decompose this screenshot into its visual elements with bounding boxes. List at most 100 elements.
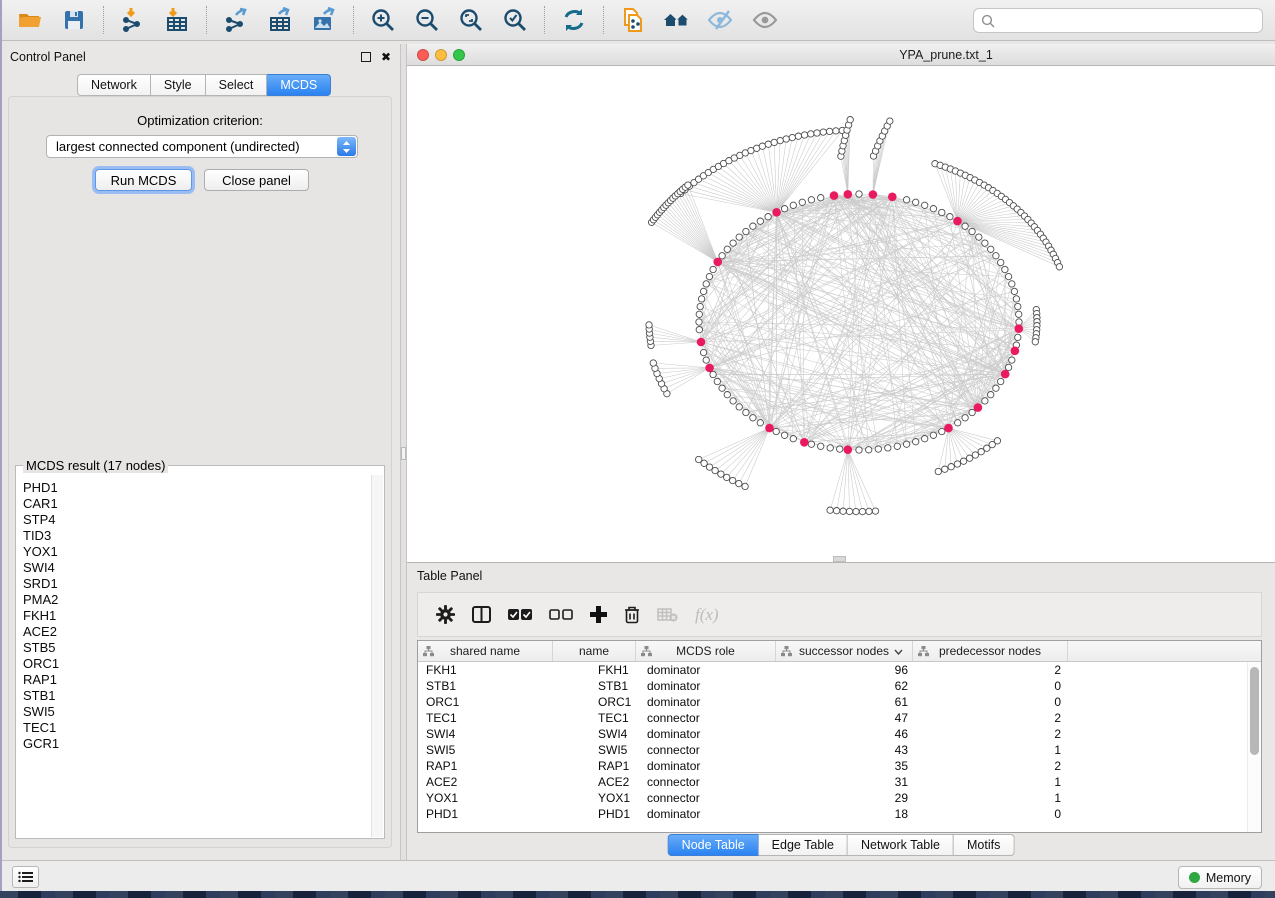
cell-mcds-role[interactable]: connector (636, 791, 776, 805)
zoom-fit-button[interactable] (454, 4, 488, 36)
refresh-layout-button[interactable] (557, 4, 591, 36)
zoom-out-button[interactable] (410, 4, 444, 36)
cell-successor-nodes[interactable]: 46 (776, 727, 913, 741)
close-window-button[interactable]: ✖ (379, 50, 393, 64)
mcds-result-item[interactable]: TID3 (23, 528, 371, 544)
memory-button[interactable]: Memory (1178, 866, 1262, 889)
cell-name[interactable]: SWI5 (553, 743, 636, 757)
mcds-result-item[interactable]: STB1 (23, 688, 371, 704)
cell-mcds-role[interactable]: dominator (636, 759, 776, 773)
save-session-button[interactable] (57, 4, 91, 36)
cell-mcds-role[interactable]: dominator (636, 663, 776, 677)
cell-name[interactable]: ACE2 (553, 775, 636, 789)
cell-name[interactable]: FKH1 (553, 663, 636, 677)
float-window-button[interactable] (361, 52, 371, 62)
table-row[interactable]: FKH1 FKH1 dominator 96 2 (418, 662, 1247, 678)
open-file-button[interactable] (13, 4, 47, 36)
column-header[interactable]: predecessor nodes (913, 641, 1068, 661)
horizontal-splitter-handle[interactable] (833, 556, 846, 562)
export-table-button[interactable] (263, 4, 297, 36)
control-panel-tab[interactable]: Network (77, 74, 151, 96)
mcds-result-item[interactable]: STB5 (23, 640, 371, 656)
cell-successor-nodes[interactable]: 47 (776, 711, 913, 725)
mcds-result-item[interactable]: YOX1 (23, 544, 371, 560)
table-row[interactable]: SWI4 SWI4 dominator 46 2 (418, 726, 1247, 742)
mcds-result-item[interactable]: CAR1 (23, 496, 371, 512)
hide-selected-button[interactable] (704, 4, 738, 36)
search-input[interactable] (1000, 14, 1255, 28)
cell-predecessor-nodes[interactable]: 2 (913, 727, 1068, 741)
column-header[interactable]: name (553, 641, 636, 661)
cell-successor-nodes[interactable]: 61 (776, 695, 913, 709)
cell-predecessor-nodes[interactable]: 2 (913, 711, 1068, 725)
cell-mcds-role[interactable]: dominator (636, 679, 776, 693)
cell-shared-name[interactable]: ACE2 (418, 775, 553, 789)
cell-shared-name[interactable]: SWI4 (418, 727, 553, 741)
task-history-button[interactable] (12, 866, 39, 888)
cell-mcds-role[interactable]: connector (636, 775, 776, 789)
mcds-result-item[interactable]: FKH1 (23, 608, 371, 624)
table-panel-tab[interactable]: Node Table (668, 834, 759, 856)
cell-shared-name[interactable]: STB1 (418, 679, 553, 693)
import-table-button[interactable] (160, 4, 194, 36)
cell-shared-name[interactable]: ORC1 (418, 695, 553, 709)
cell-mcds-role[interactable]: dominator (636, 807, 776, 821)
delete-column-button[interactable] (624, 606, 640, 624)
cell-shared-name[interactable]: RAP1 (418, 759, 553, 773)
cell-predecessor-nodes[interactable]: 1 (913, 743, 1068, 757)
table-row[interactable]: YOX1 YOX1 connector 29 1 (418, 790, 1247, 806)
cell-name[interactable]: STB1 (553, 679, 636, 693)
vertical-splitter-handle[interactable] (401, 447, 406, 460)
criterion-select[interactable]: largest connected component (undirected) (46, 135, 358, 158)
table-scrollbar-thumb[interactable] (1250, 667, 1259, 755)
column-header[interactable]: MCDS role (636, 641, 776, 661)
cell-name[interactable]: PHD1 (553, 807, 636, 821)
cell-predecessor-nodes[interactable]: 2 (913, 759, 1068, 773)
cell-mcds-role[interactable]: dominator (636, 727, 776, 741)
cell-name[interactable]: TEC1 (553, 711, 636, 725)
duplicate-network-button[interactable] (616, 4, 650, 36)
cell-successor-nodes[interactable]: 29 (776, 791, 913, 805)
cell-predecessor-nodes[interactable]: 1 (913, 791, 1068, 805)
mcds-result-item[interactable]: SWI4 (23, 560, 371, 576)
cell-name[interactable]: YOX1 (553, 791, 636, 805)
maximize-traffic-button[interactable] (453, 49, 465, 61)
close-traffic-button[interactable] (417, 49, 429, 61)
table-scrollbar[interactable] (1247, 662, 1261, 832)
column-header[interactable]: successor nodes (776, 641, 913, 661)
show-all-button[interactable] (748, 4, 782, 36)
create-column-button[interactable] (590, 606, 607, 623)
table-row[interactable]: ACE2 ACE2 connector 31 1 (418, 774, 1247, 790)
cell-shared-name[interactable]: YOX1 (418, 791, 553, 805)
table-row[interactable]: RAP1 RAP1 dominator 35 2 (418, 758, 1247, 774)
cell-successor-nodes[interactable]: 62 (776, 679, 913, 693)
table-panel-tab[interactable]: Motifs (954, 834, 1014, 856)
minimize-traffic-button[interactable] (435, 49, 447, 61)
table-row[interactable]: TEC1 TEC1 connector 47 2 (418, 710, 1247, 726)
cell-mcds-role[interactable]: dominator (636, 695, 776, 709)
cell-predecessor-nodes[interactable]: 0 (913, 695, 1068, 709)
cell-name[interactable]: ORC1 (553, 695, 636, 709)
zoom-selected-button[interactable] (498, 4, 532, 36)
table-row[interactable]: ORC1 ORC1 dominator 61 0 (418, 694, 1247, 710)
mcds-result-item[interactable]: STP4 (23, 512, 371, 528)
deselect-all-columns-button[interactable] (549, 609, 573, 620)
mcds-result-item[interactable]: SRD1 (23, 576, 371, 592)
cell-predecessor-nodes[interactable]: 1 (913, 775, 1068, 789)
control-panel-tab[interactable]: Style (151, 74, 206, 96)
first-neighbors-button[interactable] (660, 4, 694, 36)
mcds-result-item[interactable]: PMA2 (23, 592, 371, 608)
cell-name[interactable]: SWI4 (553, 727, 636, 741)
cell-successor-nodes[interactable]: 96 (776, 663, 913, 677)
mcds-result-item[interactable]: ACE2 (23, 624, 371, 640)
export-image-button[interactable] (307, 4, 341, 36)
control-panel-tab[interactable]: Select (206, 74, 268, 96)
export-network-button[interactable] (219, 4, 253, 36)
column-header[interactable]: shared name (418, 641, 553, 661)
mcds-result-item[interactable]: GCR1 (23, 736, 371, 752)
cell-shared-name[interactable]: SWI5 (418, 743, 553, 757)
cell-name[interactable]: RAP1 (553, 759, 636, 773)
cell-successor-nodes[interactable]: 31 (776, 775, 913, 789)
cell-shared-name[interactable]: TEC1 (418, 711, 553, 725)
cell-predecessor-nodes[interactable]: 0 (913, 679, 1068, 693)
